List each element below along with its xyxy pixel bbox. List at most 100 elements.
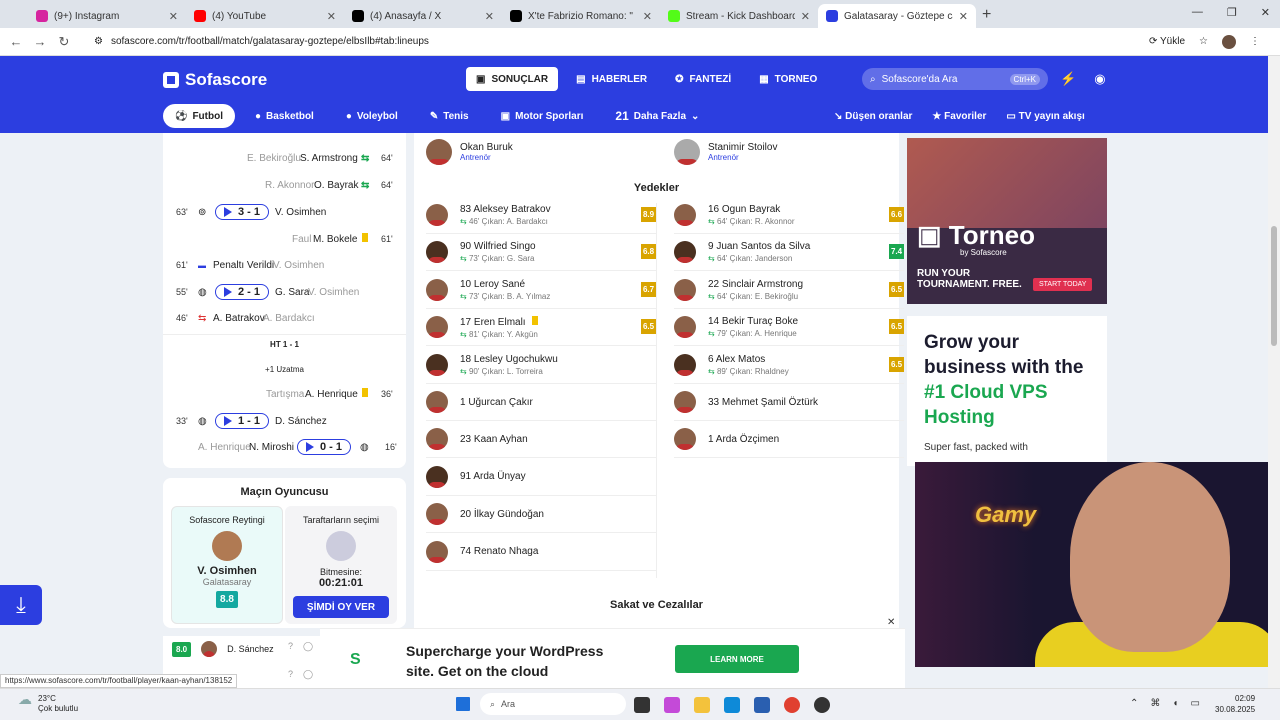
substitution-info: 64' Çıkan: R. Akonnor: [716, 217, 795, 226]
browser-tab[interactable]: Stream - Kick Dashboard ✕: [660, 4, 818, 28]
reload-icon[interactable]: ↻: [52, 34, 76, 50]
sport-football[interactable]: ⚽ Futbol: [163, 104, 235, 128]
new-tab-icon[interactable]: +: [982, 6, 991, 24]
volume-icon[interactable]: ◖: [1172, 698, 1178, 709]
vps-ad[interactable]: Grow your business with the #1 Cloud VPS…: [907, 316, 1107, 466]
lineup-player-row[interactable]: 74 Renato Nhaga: [426, 534, 656, 571]
close-tab-icon[interactable]: ✕: [327, 10, 336, 23]
taskview-icon[interactable]: [634, 697, 650, 713]
profile-avatar[interactable]: [1222, 34, 1236, 49]
event-goal[interactable]: A. Henrique N. Miroshi 0 - 1 ◍ 16': [163, 437, 406, 457]
scrollbar[interactable]: [1268, 56, 1280, 688]
nav-fantasy[interactable]: ✪ FANTEZİ: [665, 67, 741, 91]
app-icon[interactable]: [814, 697, 830, 713]
close-tab-icon[interactable]: ✕: [801, 10, 810, 23]
lineup-player-row[interactable]: 33 Mehmet Şamil Öztürk: [674, 384, 904, 421]
lineup-player-row[interactable]: 83 Aleksey Batrakov ⇆ 46' Çıkan: A. Barda…: [426, 197, 656, 234]
back-icon[interactable]: ←: [4, 34, 28, 49]
event-goal[interactable]: 55' ◍ 2 - 1 G. Sara V. Osimhen: [163, 282, 406, 302]
lineup-player-row[interactable]: 20 İlkay Gündoğan: [426, 496, 656, 534]
nav-news[interactable]: ▤ HABERLER: [566, 67, 657, 91]
weather-widget[interactable]: ☁ 23°C Çok bulutlu: [18, 692, 78, 714]
event-penalty[interactable]: 61' ▬ Penaltı Verildi V. Osimhen: [163, 255, 406, 275]
sport-more[interactable]: 21 Daha Fazla ⌄: [603, 104, 711, 128]
event-substitution[interactable]: 46' ⇆ A. Batrakov A. Bardakcı: [163, 308, 406, 328]
favorites-link[interactable]: ★ Favoriler: [932, 111, 986, 122]
bookmark-star-icon[interactable]: ☆: [1199, 36, 1208, 47]
chrome-icon[interactable]: [784, 697, 800, 713]
lineup-player-row[interactable]: 6 Alex Matos ⇆ 89' Çıkan: Rhaldney 6.5: [674, 347, 904, 384]
nav-torneo[interactable]: ▦ TORNEO: [749, 67, 827, 91]
browser-tab-active[interactable]: Galatasaray - Göztepe canlı skor✕: [818, 4, 976, 28]
lineup-player-row[interactable]: 18 Lesley Ugochukwu ⇆ 90' Çıkan: L. Torre…: [426, 347, 656, 384]
football-icon: ◍: [198, 415, 207, 427]
list-item[interactable]: 8.0 D. Sánchez: [172, 641, 274, 657]
lineup-player-row[interactable]: 22 Sinclair Armstrong ⇆ 64' Çıkan: E. Bek…: [674, 272, 904, 309]
copilot-icon[interactable]: [664, 697, 680, 713]
tv-schedule-link[interactable]: ▭ TV yayın akışı: [1006, 111, 1084, 122]
close-tab-icon[interactable]: ✕: [169, 10, 178, 23]
edge-icon[interactable]: [724, 697, 740, 713]
site-info-icon[interactable]: ⚙: [94, 36, 103, 47]
learn-more-button[interactable]: LEARN MORE: [675, 645, 799, 673]
reload-extension-button[interactable]: ⟳ Yükle: [1149, 36, 1185, 47]
coach-away[interactable]: Stanimir Stoilov Antrenör: [674, 139, 777, 165]
browser-tab[interactable]: X'te Fabrizio Romano: " 🔺 ✪✕: [502, 4, 660, 28]
sport-basketball[interactable]: ● Basketbol: [243, 104, 326, 128]
battery-icon[interactable]: ▭: [1190, 698, 1199, 709]
search-input[interactable]: ⌕ Sofascore'da Ara Ctrl+K: [862, 68, 1048, 90]
event-goal[interactable]: 63' ⊚ 3 - 1 V. Osimhen: [163, 202, 406, 222]
start-today-button[interactable]: START TODAY: [1033, 278, 1093, 291]
lineup-player-row[interactable]: 23 Kaan Ayhan: [426, 421, 656, 459]
close-ad-icon[interactable]: ✕: [887, 617, 895, 628]
minimize-icon[interactable]: —: [1192, 6, 1203, 19]
event-card[interactable]: Faul M. Bokele 61': [163, 229, 406, 249]
lineup-player-row[interactable]: 1 Arda Özçimen: [674, 421, 904, 459]
browser-tab[interactable]: (9+) Instagram ✕: [28, 4, 186, 28]
close-tab-icon[interactable]: ✕: [959, 10, 968, 23]
lineup-player-row[interactable]: 91 Arda Ünyay: [426, 459, 656, 496]
dropping-odds-link[interactable]: ↘ Düşen oranlar: [834, 111, 912, 122]
vote-now-button[interactable]: ŞİMDİ OY VER: [293, 596, 389, 618]
download-icon[interactable]: ⤓: [0, 585, 42, 625]
event-substitution[interactable]: E. Bekiroğlu S. Armstrong ⇆ 64': [163, 148, 406, 168]
tray-chevron-icon[interactable]: ⌃: [1130, 698, 1138, 709]
sofascore-logo[interactable]: Sofascore: [163, 70, 267, 90]
scrollbar-thumb[interactable]: [1271, 226, 1277, 346]
wordpress-banner-ad[interactable]: ✕ S Supercharge your WordPress site. Get …: [320, 617, 905, 688]
browser-tab[interactable]: (4) Anasayfa / X ✕: [344, 4, 502, 28]
store-icon[interactable]: [754, 697, 770, 713]
lineup-player-row[interactable]: 1 Uğurcan Çakır: [426, 384, 656, 421]
taskbar-search-input[interactable]: ⌕ Ara: [480, 693, 626, 715]
lineup-player-row[interactable]: 9 Juan Santos da Silva ⇆ 64' Çıkan: Jande…: [674, 234, 904, 272]
network-icon[interactable]: ⌘: [1150, 698, 1160, 709]
nav-results[interactable]: ▣ SONUÇLAR: [466, 67, 559, 91]
windows-start-icon[interactable]: [456, 697, 470, 711]
torneo-ad[interactable]: ▣ Torneo by Sofascore RUN YOUR TOURNAMENT…: [907, 138, 1107, 304]
window-close-icon[interactable]: ✕: [1261, 6, 1270, 19]
forward-icon[interactable]: →: [28, 34, 52, 49]
lineup-player-row[interactable]: 90 Wilfried Singo ⇆ 73' Çıkan: G. Sara 6.8: [426, 234, 656, 272]
sofascore-rating-card[interactable]: Sofascore Reytingi V. Osimhen Galatasara…: [171, 506, 283, 624]
sport-tennis[interactable]: ✎ Tenis: [418, 104, 481, 128]
url-input[interactable]: ⚙ sofascore.com/tr/football/match/galatas…: [86, 31, 1149, 53]
user-icon[interactable]: ◉: [1094, 71, 1105, 87]
close-tab-icon[interactable]: ✕: [643, 10, 652, 23]
coach-home[interactable]: Okan Buruk Antrenör: [426, 139, 513, 165]
lineup-player-row[interactable]: 14 Bekir Turaç Boke ⇆ 79' Çıkan: A. Henri…: [674, 309, 904, 347]
sport-volleyball[interactable]: ● Voleybol: [334, 104, 410, 128]
lineup-player-row[interactable]: 16 Ogun Bayrak ⇆ 64' Çıkan: R. Akonnor 6.6: [674, 197, 904, 234]
taskbar-clock[interactable]: 02:09 30.08.2025: [1215, 693, 1255, 715]
browser-menu-icon[interactable]: ⋮: [1250, 36, 1260, 47]
event-goal[interactable]: 33' ◍ 1 - 1 D. Sánchez: [163, 411, 406, 431]
lineup-player-row[interactable]: 10 Leroy Sané ⇆ 73' Çıkan: B. A. Yılmaz 6.…: [426, 272, 656, 309]
event-substitution[interactable]: R. Akonnor O. Bayrak ⇆ 64': [163, 175, 406, 195]
file-explorer-icon[interactable]: [694, 697, 710, 713]
event-card[interactable]: Tartışma A. Henrique 36': [163, 384, 406, 404]
lightning-icon[interactable]: ⚡: [1060, 71, 1076, 87]
sport-motorsport[interactable]: ▣ Motor Sporları: [489, 104, 596, 128]
close-tab-icon[interactable]: ✕: [485, 10, 494, 23]
maximize-icon[interactable]: ❐: [1227, 6, 1237, 19]
lineup-player-row[interactable]: 17 Eren Elmalı ⇆ 81' Çıkan: Y. Akgün 6.5: [426, 309, 656, 347]
browser-tab[interactable]: (4) YouTube ✕: [186, 4, 344, 28]
